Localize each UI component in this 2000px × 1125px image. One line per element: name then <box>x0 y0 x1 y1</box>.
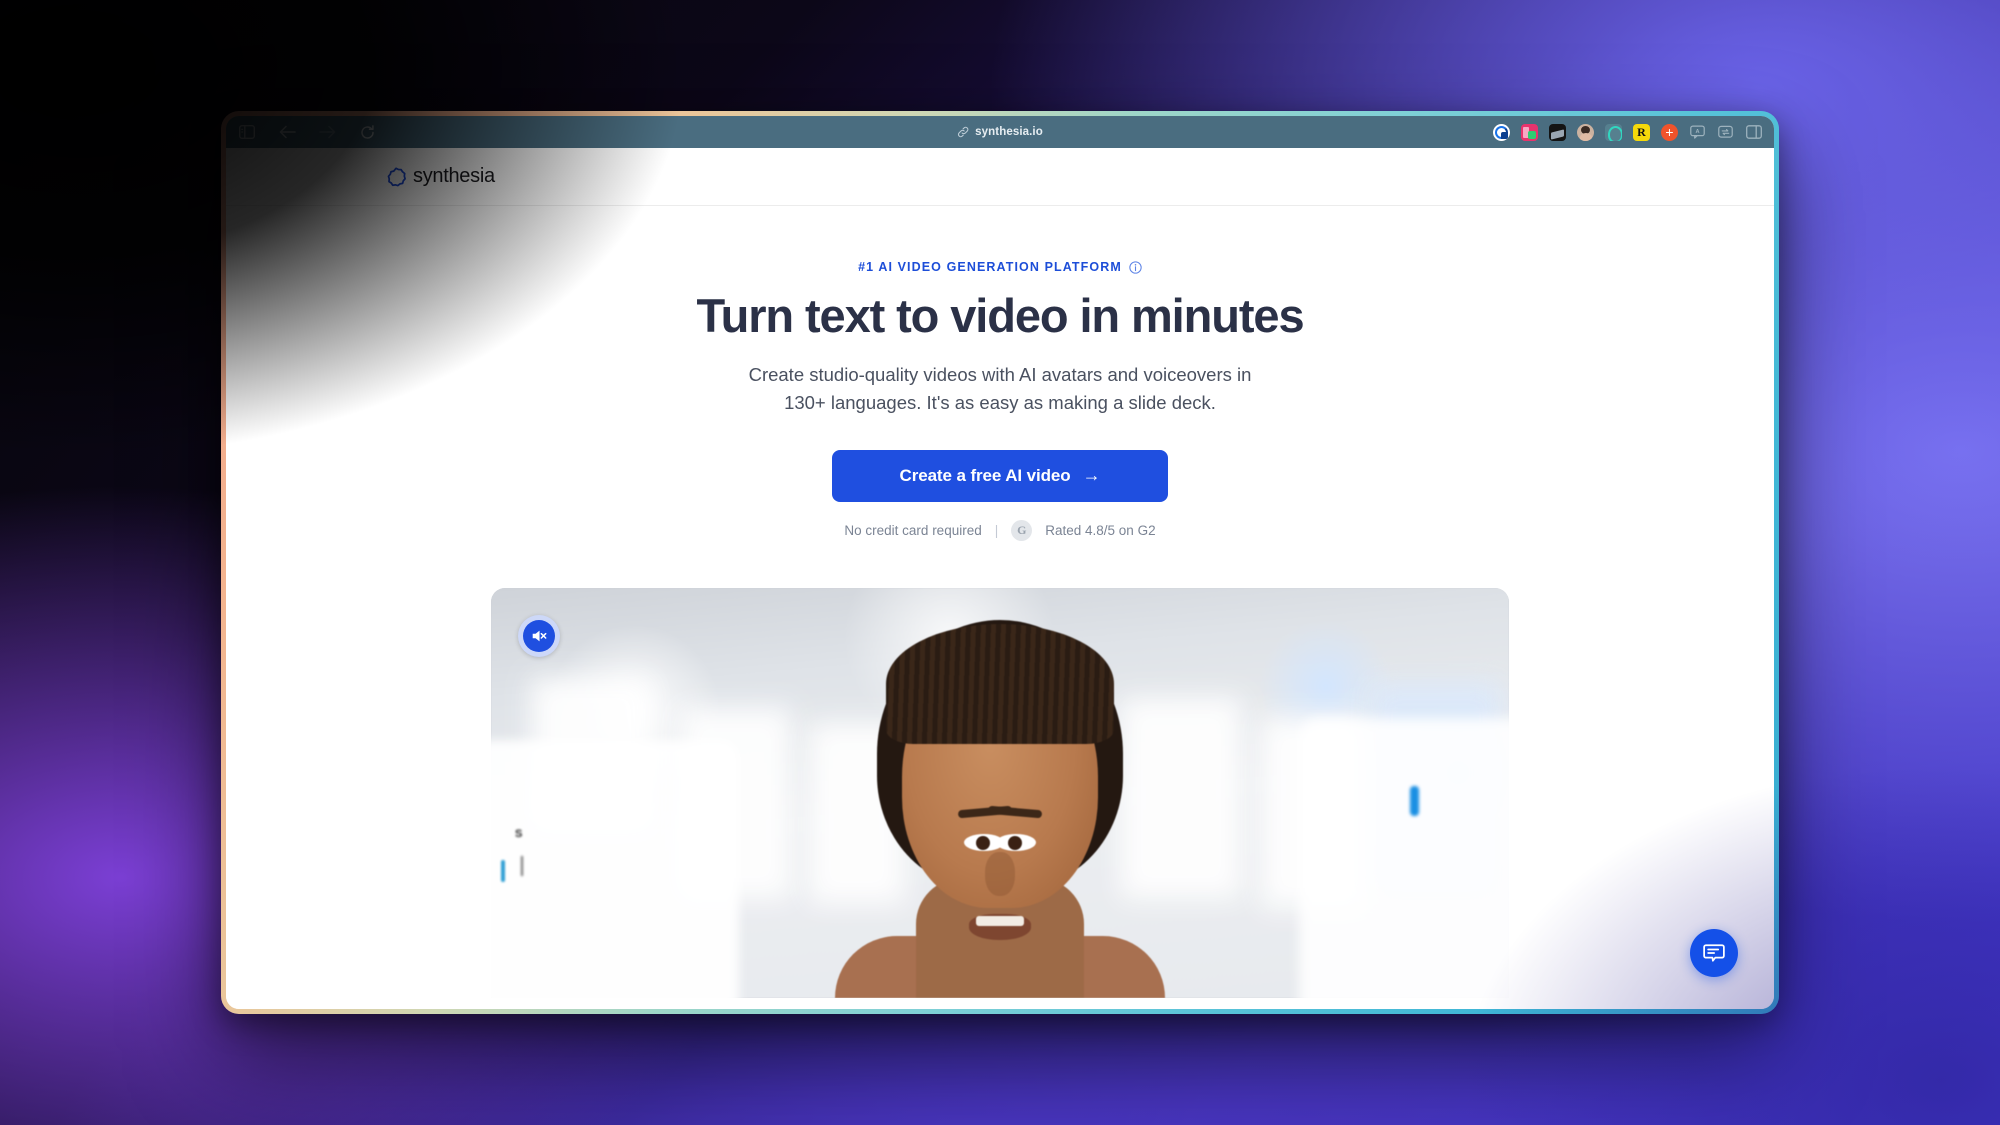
hero-subheading: Create studio-quality videos with AI ava… <box>226 361 1774 418</box>
teal-extension-icon[interactable] <box>1605 123 1622 141</box>
mute-toggle-button[interactable] <box>518 614 560 657</box>
svg-text:A: A <box>1695 129 1699 135</box>
tab-overview-icon[interactable] <box>1745 124 1762 141</box>
create-free-ai-video-button[interactable]: Create a free AI video → <box>832 449 1168 502</box>
avatar-eyebrow-right <box>987 805 1043 819</box>
site-navbar: synthesia <box>226 148 1774 206</box>
synthesia-wordmark: synthesia <box>413 165 495 187</box>
add-extension-icon[interactable]: + <box>1661 123 1678 141</box>
toolbar-extensions: R + A <box>1493 123 1762 141</box>
avatar-hair-braids <box>886 623 1114 744</box>
trust-separator: | <box>994 522 999 538</box>
ai-avatar-presenter <box>835 598 1165 998</box>
share-extension-icon[interactable] <box>1717 124 1734 141</box>
cta-label: Create a free AI video <box>899 465 1071 485</box>
hero-eyebrow: #1 AI VIDEO GENERATION PLATFORM <box>858 260 1142 274</box>
synthesia-mark-icon <box>387 166 406 186</box>
reload-icon[interactable] <box>358 123 376 141</box>
g2-logo-icon: G <box>1011 519 1033 541</box>
trust-row: No credit card required | G Rated 4.8/5 … <box>226 519 1774 541</box>
link-icon <box>957 126 969 138</box>
grammarly-extension-icon[interactable] <box>1493 123 1510 141</box>
page-title: Turn text to video in minutes <box>696 289 1305 342</box>
video-left-panel-accent <box>501 859 505 882</box>
toolbar-nav-group <box>238 123 376 141</box>
hero-video-player[interactable]: S <box>491 587 1509 998</box>
video-left-panel-cursor <box>521 855 523 876</box>
video-right-panel-accent <box>1410 785 1419 816</box>
profile-avatar-icon[interactable] <box>1577 123 1594 141</box>
hero-section: #1 AI VIDEO GENERATION PLATFORM Turn tex… <box>226 206 1774 998</box>
arrow-right-icon: → <box>1082 465 1101 486</box>
rakuten-extension-icon[interactable]: R <box>1633 123 1650 141</box>
video-left-panel-text: S <box>515 827 523 840</box>
desktop-background: synthesia.io R + A synthesia #1 AI VIDEO… <box>0 0 2000 1125</box>
dark-extension-icon[interactable] <box>1549 123 1566 141</box>
chat-launcher-button[interactable] <box>1690 929 1738 977</box>
address-bar-url: synthesia.io <box>975 126 1043 138</box>
avatar-pupil-left <box>976 835 990 850</box>
back-arrow-icon[interactable] <box>278 123 296 141</box>
address-bar[interactable]: synthesia.io <box>957 126 1043 138</box>
comment-extension-icon[interactable]: A <box>1689 124 1706 141</box>
avatar-nose <box>985 851 1015 896</box>
g2-rating-text: Rated 4.8/5 on G2 <box>1045 522 1156 538</box>
avatar-teeth <box>976 915 1024 926</box>
forward-arrow-icon[interactable] <box>318 123 336 141</box>
speaker-muted-icon <box>532 630 547 642</box>
sidebar-toggle-icon[interactable] <box>238 123 256 141</box>
browser-window: synthesia.io R + A synthesia #1 AI VIDEO… <box>221 111 1779 1014</box>
avatar-eye-right <box>996 833 1036 851</box>
hero-subheading-line1: Create studio-quality videos with AI ava… <box>748 363 1252 385</box>
browser-toolbar: synthesia.io R + A <box>226 116 1774 148</box>
info-icon[interactable] <box>1129 260 1142 274</box>
hero-subheading-line2: 130+ languages. It's as easy as making a… <box>784 392 1216 414</box>
no-credit-card-text: No credit card required <box>844 522 982 538</box>
webpage-content: synthesia #1 AI VIDEO GENERATION PLATFOR… <box>226 148 1774 1009</box>
avatar-pupil-right <box>1008 835 1022 850</box>
synthesia-logo[interactable]: synthesia <box>386 165 495 188</box>
video-right-panel-overlay <box>1299 717 1509 998</box>
chat-bubble-icon <box>1703 944 1725 962</box>
pink-extension-icon[interactable] <box>1521 123 1538 141</box>
hero-eyebrow-text: #1 AI VIDEO GENERATION PLATFORM <box>858 260 1122 274</box>
video-left-panel-overlay <box>491 739 739 998</box>
browser-window-inner: synthesia.io R + A synthesia #1 AI VIDEO… <box>226 116 1774 1009</box>
